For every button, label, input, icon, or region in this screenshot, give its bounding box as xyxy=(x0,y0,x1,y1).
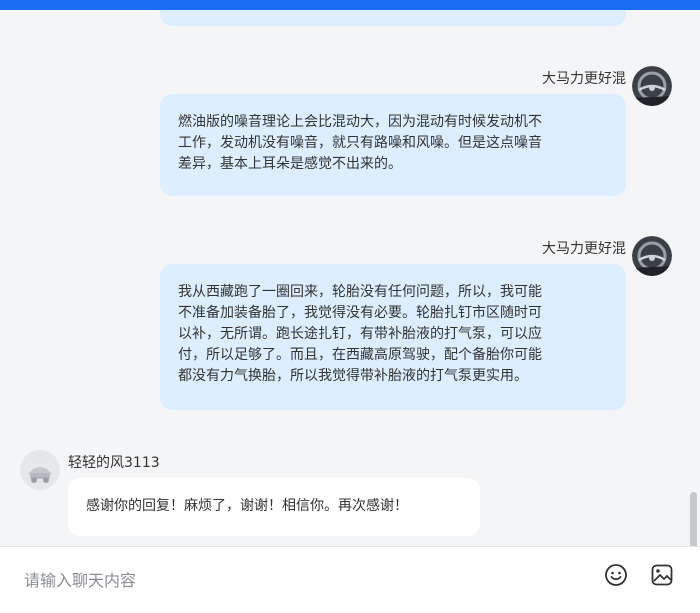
message-line: 差异，基本上耳朵是感觉不出来的。 xyxy=(178,156,402,172)
chat-input-bar xyxy=(0,546,700,613)
message-line: 不准备加装备胎了，我觉得没有必要。轮胎扎钉市区随时可 xyxy=(178,305,542,321)
message-bubble: 感谢你的回复！麻烦了，谢谢！相信你。再次感谢！ xyxy=(68,478,480,536)
message-bubble: 我从西藏跑了一圈回来，轮胎没有任何问题，所以，我可能 不准备加装备胎了，我觉得没… xyxy=(160,264,626,410)
message-bubble: 燃油版的噪音理论上会比混动大，因为混动有时候发动机不 工作，发动机没有噪音，就只… xyxy=(160,94,626,196)
chat-input[interactable] xyxy=(22,561,586,599)
message-line: 我从西藏跑了一圈回来，轮胎没有任何问题，所以，我可能 xyxy=(178,284,542,300)
message-text: 感谢你的回复！麻烦了，谢谢！相信你。再次感谢！ xyxy=(86,498,408,514)
sender-name: 轻轻的风3113 xyxy=(68,455,160,471)
message-line: 都没有力气换胎，所以我觉得带补胎液的打气泵更实用。 xyxy=(178,368,528,384)
user-avatar[interactable] xyxy=(632,236,672,276)
chat-message-list[interactable]: 大马力更好混 燃油版的噪音理论上会比混动大，因为混动有时候发动机不 工作，发动机… xyxy=(0,10,700,546)
top-accent-bar xyxy=(0,0,700,10)
chat-scrollbar[interactable] xyxy=(690,492,697,546)
contact-avatar[interactable] xyxy=(20,450,60,490)
sender-name: 大马力更好混 xyxy=(542,71,626,87)
message-line: 付，所以足够了。而且，在西藏高原驾驶，配个备胎你可能 xyxy=(178,347,542,363)
image-icon[interactable] xyxy=(648,561,676,589)
message-line: 燃油版的噪音理论上会比混动大，因为混动有时候发动机不 xyxy=(178,114,542,130)
sender-name: 大马力更好混 xyxy=(542,241,626,257)
previous-message-bubble xyxy=(160,10,626,26)
message-line: 以补，无所谓。跑长途扎钉，有带补胎液的打气泵，可以应 xyxy=(178,326,542,342)
emoji-icon[interactable] xyxy=(602,561,630,589)
user-avatar[interactable] xyxy=(632,66,672,106)
message-line: 工作，发动机没有噪音，就只有路噪和风噪。但是这点噪音 xyxy=(178,135,542,151)
